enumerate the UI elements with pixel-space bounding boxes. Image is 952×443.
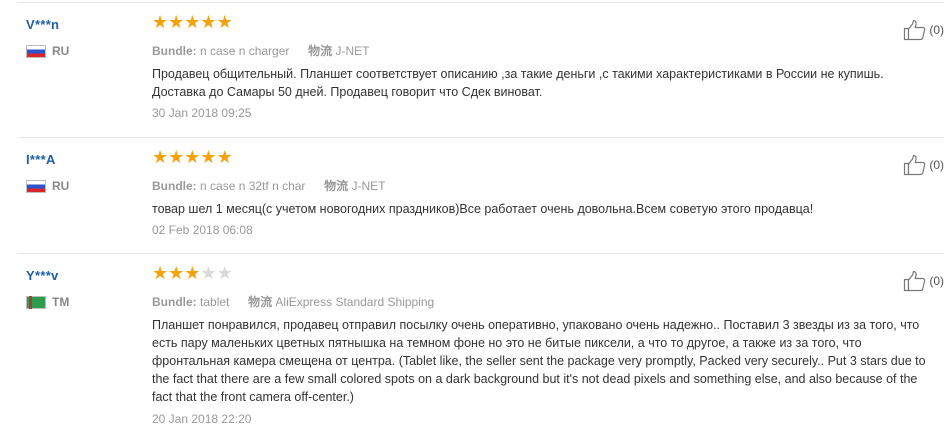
- review-text: Продавец общительный. Планшет соответств…: [152, 67, 884, 99]
- shipping-label: 物流: [248, 295, 273, 309]
- star-icon: ★: [168, 12, 185, 32]
- star-icon: ★: [152, 147, 169, 167]
- star-icon: ★: [152, 12, 169, 32]
- star-icon: ★: [168, 263, 185, 283]
- star-icon: ★: [200, 263, 217, 283]
- star-icon: ★: [168, 147, 185, 167]
- star-icon: ★: [216, 12, 233, 32]
- review-text: Планшет понравился, продавец отправил по…: [152, 318, 926, 404]
- order-info: Bundle: tablet 物流 AliExpress Standard Sh…: [152, 293, 434, 310]
- star-icon: ★: [184, 263, 201, 283]
- reviewer-name[interactable]: I***A: [26, 152, 56, 167]
- order-info: Bundle: n case n charger 物流 J-NET: [152, 42, 369, 59]
- review-date: 20 Jan 2018 22:20: [152, 412, 252, 426]
- reviewer-name[interactable]: Y***v: [26, 268, 59, 283]
- bundle-label: Bundle:: [152, 44, 197, 58]
- reviewer-country: RU: [52, 44, 70, 58]
- reviewer-name[interactable]: V***n: [26, 17, 59, 32]
- star-icon: ★: [184, 12, 201, 32]
- helpful-count: (0): [929, 158, 944, 172]
- helpful-count: (0): [929, 23, 944, 37]
- flag-icon: [26, 45, 46, 58]
- review-date: 02 Feb 2018 06:08: [152, 223, 253, 237]
- shipping-value: AliExpress Standard Shipping: [275, 295, 435, 309]
- star-icon: ★: [152, 263, 169, 283]
- reviewer-country: RU: [52, 179, 70, 193]
- shipping-label: 物流: [324, 179, 349, 193]
- star-rating: ★★★★★: [152, 13, 233, 31]
- star-icon: ★: [200, 12, 217, 32]
- bundle-label: Bundle:: [152, 179, 197, 193]
- thumbs-up-icon[interactable]: [903, 270, 927, 292]
- bundle-label: Bundle:: [152, 295, 197, 309]
- shipping-value: J-NET: [335, 44, 370, 58]
- flag-icon: [26, 296, 46, 309]
- bundle-value: n case n charger: [200, 44, 290, 58]
- order-info: Bundle: n case n 32tf n char 物流 J-NET: [152, 177, 385, 194]
- review-text: товар шел 1 месяц(с учетом новогодних пр…: [152, 202, 814, 216]
- review-item: I***A RU ★★★★★ Bundle: n case n 32tf n c…: [18, 138, 944, 254]
- star-rating: ★★★★★: [152, 148, 233, 166]
- helpful-count: (0): [929, 274, 944, 288]
- helpful-button[interactable]: (0): [903, 19, 944, 41]
- flag-icon: [26, 180, 46, 193]
- shipping-label: 物流: [308, 44, 333, 58]
- helpful-button[interactable]: (0): [903, 270, 944, 292]
- star-icon: ★: [216, 263, 233, 283]
- bundle-value: n case n 32tf n char: [200, 179, 306, 193]
- review-item: Y***v TM ★★★★★ Bundle: tablet 物流 AliExpr…: [18, 254, 944, 443]
- review-item: V***n RU ★★★★★ Bundle: n case n charger …: [18, 3, 944, 138]
- bundle-value: tablet: [200, 295, 230, 309]
- star-rating: ★★★★★: [152, 264, 233, 282]
- star-icon: ★: [184, 147, 201, 167]
- reviewer-country: TM: [52, 295, 70, 309]
- star-icon: ★: [216, 147, 233, 167]
- helpful-button[interactable]: (0): [903, 154, 944, 176]
- review-date: 30 Jan 2018 09:25: [152, 106, 252, 120]
- thumbs-up-icon[interactable]: [903, 19, 927, 41]
- thumbs-up-icon[interactable]: [903, 154, 927, 176]
- star-icon: ★: [200, 147, 217, 167]
- shipping-value: J-NET: [351, 179, 386, 193]
